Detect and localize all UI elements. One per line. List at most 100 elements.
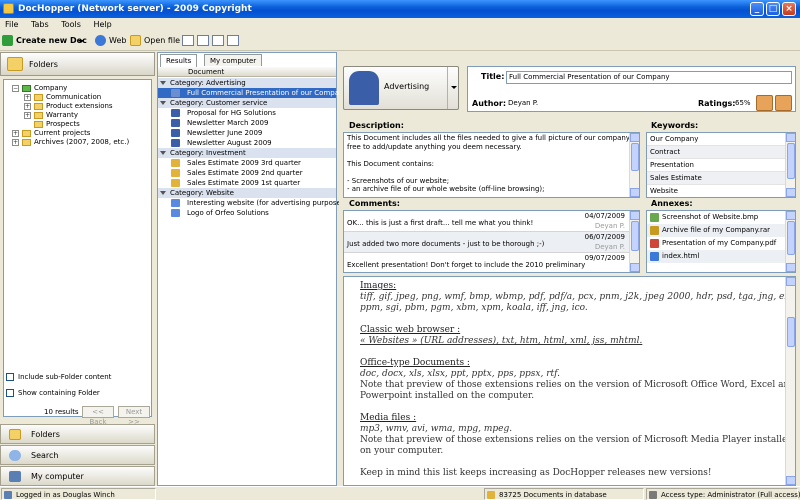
view-layout-1-button[interactable]	[182, 35, 194, 46]
annexes-label: Annexes:	[651, 199, 693, 208]
status-doc-count: 83725 Documents in database	[484, 488, 644, 500]
collapse-arrow-icon[interactable]	[160, 101, 166, 105]
tree-item-communication[interactable]: + Communication	[4, 93, 151, 102]
result-row[interactable]: Sales Estimate 2009 3rd quarter	[158, 158, 336, 168]
document-preview[interactable]: Images: tiff, gif, jpeg, png, wmf, bmp, w…	[343, 276, 796, 486]
row-label: Newsletter March 2009	[187, 119, 269, 127]
category-selector[interactable]: Advertising	[343, 66, 459, 110]
category-row[interactable]: Category: Customer service	[158, 98, 336, 108]
menu-help[interactable]: Help	[88, 18, 116, 31]
result-row[interactable]: Logo of Orfeo Solutions	[158, 208, 336, 218]
keywords-scrollbar[interactable]	[785, 133, 795, 197]
comment-text: Excellent presentation! Don't forget to …	[347, 261, 586, 269]
comment-item[interactable]: Just added two more documents - just to …	[344, 232, 639, 253]
back-button[interactable]: << Back	[82, 406, 114, 426]
annex-item[interactable]: Screenshot of Website.bmp	[647, 211, 795, 224]
view-layout-4-button[interactable]	[227, 35, 239, 46]
maximize-button[interactable]: □	[766, 2, 780, 16]
nav-my-computer-button[interactable]: My computer	[0, 466, 155, 486]
result-row[interactable]: Proposal for HG Solutions	[158, 108, 336, 118]
close-button[interactable]: ×	[782, 2, 796, 16]
nav-search-button[interactable]: Search	[0, 445, 155, 465]
expand-icon[interactable]: +	[24, 94, 31, 101]
comment-item[interactable]: OK... this is just a first draft... tell…	[344, 211, 639, 232]
keyword-item[interactable]: Sales Estimate	[647, 172, 795, 185]
annexes-scrollbar[interactable]	[785, 211, 795, 272]
tree-item-prospects[interactable]: Prospects	[4, 120, 151, 129]
tree-item-warranty[interactable]: + Warranty	[4, 111, 151, 120]
keyword-item[interactable]: Presentation	[647, 159, 795, 172]
nav-folders-button[interactable]: Folders	[0, 424, 155, 444]
folder-tree[interactable]: − Company + Communication + Product exte…	[3, 79, 152, 417]
row-label: Logo of Orfeo Solutions	[187, 209, 269, 217]
document-column-header[interactable]: Document	[158, 67, 336, 77]
row-label: Category: Investment	[170, 149, 246, 157]
next-button[interactable]: Next >>	[118, 406, 150, 426]
lock-icon	[649, 491, 657, 499]
result-row[interactable]: Sales Estimate 2009 2nd quarter	[158, 168, 336, 178]
collapse-arrow-icon[interactable]	[160, 81, 166, 85]
expand-icon[interactable]: +	[24, 112, 31, 119]
web-button[interactable]: Web	[95, 34, 126, 48]
description-line	[347, 151, 636, 160]
keyword-item[interactable]: Our Company	[647, 133, 795, 146]
tab-my-computer[interactable]: My computer	[204, 54, 263, 66]
menu-bar: File Tabs Tools Help	[0, 18, 800, 31]
comments-scrollbar[interactable]	[629, 211, 639, 272]
create-dropdown-button[interactable]	[78, 34, 87, 48]
result-row[interactable]: Sales Estimate 2009 1st quarter	[158, 178, 336, 188]
show-containing-folder-checkbox[interactable]: Show containing Folder	[6, 388, 100, 398]
annex-item[interactable]: Presentation of my Company.pdf	[647, 237, 795, 250]
keyword-item[interactable]: Website	[647, 185, 795, 197]
menu-tabs[interactable]: Tabs	[26, 18, 54, 31]
annex-item[interactable]: index.html	[647, 250, 795, 263]
comment-date: 04/07/2009	[584, 212, 625, 220]
expand-icon[interactable]: +	[12, 130, 19, 137]
view-layout-2-button[interactable]	[197, 35, 209, 46]
result-row[interactable]: Newsletter June 2009	[158, 128, 336, 138]
result-row[interactable]: Newsletter March 2009	[158, 118, 336, 128]
result-row[interactable]: Newsletter August 2009	[158, 138, 336, 148]
collapse-arrow-icon[interactable]	[160, 191, 166, 195]
category-row[interactable]: Category: Investment	[158, 148, 336, 158]
tree-item-product-extensions[interactable]: + Product extensions	[4, 102, 151, 111]
keyword-item[interactable]: Contract	[647, 146, 795, 159]
tree-item-archives[interactable]: + Archives (2007, 2008, etc.)	[4, 138, 151, 147]
thumbs-down-icon[interactable]	[775, 95, 792, 111]
include-subfolder-checkbox[interactable]: Include sub-Folder content	[6, 372, 111, 382]
result-row[interactable]: Interesting website (for advertising pur…	[158, 198, 347, 208]
title-input[interactable]: Full Commercial Presentation of our Comp…	[506, 71, 792, 84]
annex-item[interactable]: Archive file of my Company.rar	[647, 224, 795, 237]
keywords-list[interactable]: Our Company Contract Presentation Sales Est…	[646, 132, 796, 198]
thumbs-up-icon[interactable]	[756, 95, 773, 111]
category-row[interactable]: Category: Website	[158, 188, 336, 198]
preview-scrollbar[interactable]	[785, 277, 795, 485]
annexes-list[interactable]: Screenshot of Website.bmp Archive file of…	[646, 210, 796, 273]
menu-tools[interactable]: Tools	[56, 18, 86, 31]
category-row[interactable]: Category: Advertising	[158, 78, 336, 88]
tree-item-company[interactable]: − Company	[4, 84, 151, 93]
tree-item-current-projects[interactable]: + Current projects	[4, 129, 151, 138]
tab-results[interactable]: Results	[160, 54, 198, 67]
open-file-button[interactable]: Open file	[130, 34, 180, 48]
description-scrollbar[interactable]	[629, 133, 639, 197]
preview-line	[360, 314, 780, 325]
description-box[interactable]: This Document includes all the files nee…	[343, 132, 640, 198]
collapse-arrow-icon[interactable]	[160, 151, 166, 155]
result-row[interactable]: Full Commercial Presentation of our Comp…	[158, 88, 348, 98]
computer-icon	[9, 471, 21, 482]
collapse-icon[interactable]: −	[12, 85, 19, 92]
menu-file[interactable]: File	[0, 18, 23, 31]
minimize-button[interactable]: _	[750, 2, 764, 16]
comment-item[interactable]: Excellent presentation! Don't forget to …	[344, 253, 639, 272]
chevron-down-icon	[78, 40, 84, 43]
comments-list[interactable]: OK... this is just a first draft... tell…	[343, 210, 640, 273]
expand-icon[interactable]: +	[12, 139, 19, 146]
chevron-down-icon[interactable]	[447, 67, 458, 109]
window-title: DocHopper (Network server) - 2009 Copyri…	[18, 4, 252, 14]
document-details-panel: Advertising Title: Full Commercial Prese…	[339, 52, 800, 486]
expand-icon[interactable]: +	[24, 103, 31, 110]
create-new-doc-button[interactable]: Create new Doc	[2, 34, 87, 48]
view-layout-3-button[interactable]	[212, 35, 224, 46]
status-bar: Logged in as Douglas Winch 83725 Documen…	[0, 486, 800, 500]
